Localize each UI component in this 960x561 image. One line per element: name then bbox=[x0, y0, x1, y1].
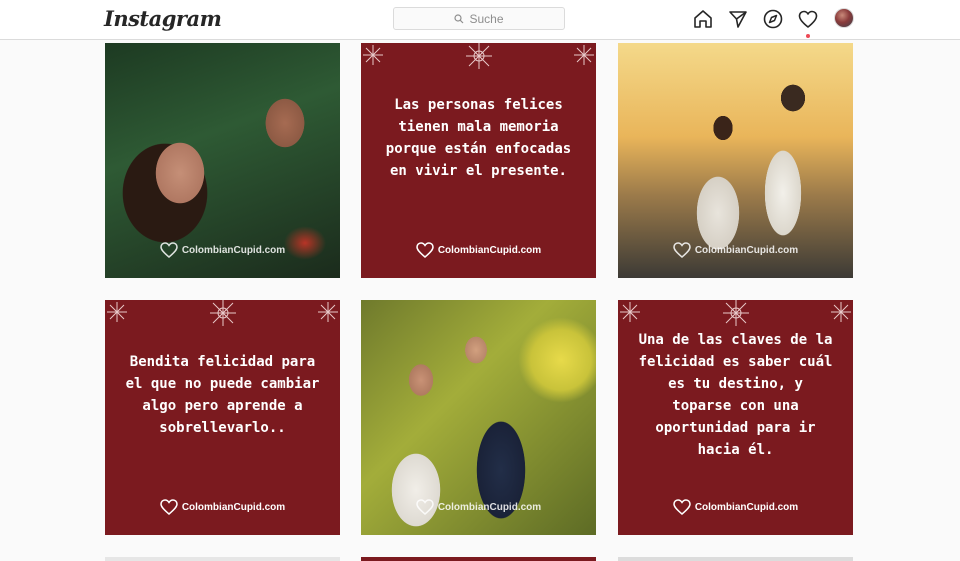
brand-watermark: ColombianCupid.com bbox=[361, 499, 596, 515]
heart-logo-icon bbox=[416, 499, 434, 515]
heart-icon bbox=[798, 10, 818, 28]
top-navigation-bar: Instagram Suche bbox=[0, 0, 960, 40]
heart-logo-icon bbox=[416, 242, 434, 258]
brand-text: ColombianCupid.com bbox=[181, 244, 286, 256]
heart-logo-icon bbox=[673, 242, 691, 258]
heart-logo-icon bbox=[673, 499, 691, 515]
heart-logo-icon bbox=[160, 499, 178, 515]
brand-watermark: ColombianCupid.com bbox=[361, 242, 596, 258]
brand-text: ColombianCupid.com bbox=[181, 501, 286, 513]
notification-dot bbox=[806, 34, 810, 38]
quote-text: Las personas felices tienen mala memoria… bbox=[385, 97, 572, 179]
post-tile-photo[interactable]: ColombianCupid.com bbox=[361, 300, 596, 535]
search-placeholder: Suche bbox=[469, 11, 504, 26]
post-tile-partial[interactable] bbox=[361, 557, 596, 561]
post-tile-partial[interactable] bbox=[618, 557, 853, 561]
quote-text: Bendita felicidad para el que no puede c… bbox=[125, 354, 320, 436]
post-tile-photo[interactable]: ColombianCupid.com bbox=[105, 43, 340, 278]
search-icon bbox=[454, 13, 464, 23]
home-icon bbox=[694, 10, 712, 28]
brand-watermark: ColombianCupid.com bbox=[105, 499, 340, 515]
brand-text: ColombianCupid.com bbox=[694, 501, 799, 513]
instagram-logo[interactable]: Instagram bbox=[104, 6, 222, 31]
explore-icon bbox=[763, 9, 783, 29]
explore-button[interactable] bbox=[762, 8, 784, 30]
brand-watermark: ColombianCupid.com bbox=[618, 242, 853, 258]
post-tile-partial[interactable] bbox=[105, 557, 340, 561]
activity-button[interactable] bbox=[797, 8, 819, 38]
direct-icon bbox=[729, 11, 747, 28]
direct-messages-button[interactable] bbox=[727, 8, 749, 30]
brand-text: ColombianCupid.com bbox=[694, 244, 799, 256]
heart-logo-icon bbox=[160, 242, 178, 258]
post-tile-quote[interactable]: Bendita felicidad para el que no puede c… bbox=[105, 300, 340, 535]
home-button[interactable] bbox=[692, 8, 714, 30]
brand-watermark: ColombianCupid.com bbox=[618, 499, 853, 515]
post-tile-quote[interactable]: Una de las claves de la felicidad es sab… bbox=[618, 300, 853, 535]
post-tile-photo[interactable]: ColombianCupid.com bbox=[618, 43, 853, 278]
search-input[interactable]: Suche bbox=[393, 7, 565, 30]
brand-watermark: ColombianCupid.com bbox=[105, 242, 340, 258]
post-tile-quote[interactable]: Las personas felices tienen mala memoria… bbox=[361, 43, 596, 278]
brand-text: ColombianCupid.com bbox=[437, 244, 542, 256]
brand-text: ColombianCupid.com bbox=[437, 501, 542, 513]
profile-avatar[interactable] bbox=[834, 8, 854, 28]
quote-text: Una de las claves de la felicidad es sab… bbox=[638, 332, 833, 458]
